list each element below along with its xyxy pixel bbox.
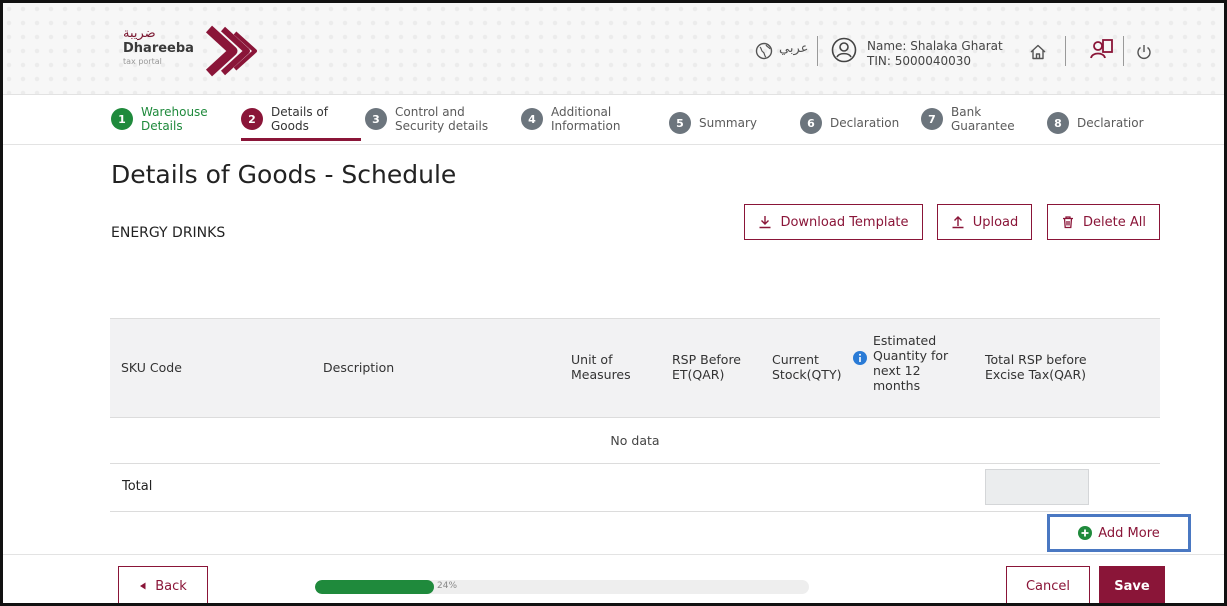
top-header: ضريبة Dhareeba tax portal عربي Name: Sha… bbox=[3, 3, 1224, 95]
total-row: Total bbox=[110, 464, 1160, 512]
step-bank-guarantee[interactable]: 7 Bank Guarantee bbox=[921, 105, 1015, 133]
power-icon[interactable] bbox=[1135, 43, 1153, 61]
progress-bar-fill bbox=[315, 580, 434, 594]
step-declaration[interactable]: 6 Declaration bbox=[800, 112, 899, 134]
user-tin-text: TIN: 5000040030 bbox=[867, 54, 972, 68]
step-number: 5 bbox=[669, 112, 691, 134]
step-number: 7 bbox=[921, 108, 943, 130]
step-number: 4 bbox=[521, 108, 543, 130]
dhareeba-logo[interactable]: ضريبة Dhareeba tax portal bbox=[123, 27, 194, 67]
info-icon[interactable] bbox=[853, 351, 867, 365]
globe-icon[interactable] bbox=[755, 42, 773, 60]
divider bbox=[817, 36, 818, 66]
add-more-label: Add More bbox=[1098, 525, 1160, 541]
logo-mark-icon bbox=[205, 25, 257, 77]
upload-button[interactable]: Upload bbox=[937, 204, 1032, 240]
empty-state: No data bbox=[110, 418, 1160, 464]
download-icon bbox=[759, 216, 771, 229]
home-icon[interactable] bbox=[1029, 43, 1047, 61]
step-number: 1 bbox=[111, 108, 133, 130]
step-label: Summary bbox=[699, 116, 757, 130]
logo-name: Dhareeba bbox=[123, 41, 194, 56]
delete-all-label: Delete All bbox=[1083, 214, 1146, 230]
column-header-current-stock: Current Stock(QTY) bbox=[772, 352, 842, 382]
step-number: 8 bbox=[1047, 112, 1069, 134]
step-details-of-goods[interactable]: 2 Details of Goods bbox=[241, 105, 361, 141]
total-label: Total bbox=[122, 479, 153, 494]
step-number: 2 bbox=[241, 108, 263, 130]
upload-label: Upload bbox=[972, 214, 1019, 230]
logo-arabic-text: ضريبة bbox=[123, 26, 156, 41]
caret-left-icon bbox=[140, 582, 146, 590]
table-header: SKU Code Description Unit of Measures RSP… bbox=[110, 318, 1160, 418]
total-rsp-field bbox=[985, 469, 1089, 505]
divider bbox=[1123, 36, 1124, 66]
product-category: ENERGY DRINKS bbox=[111, 225, 226, 241]
add-more-button[interactable]: Add More bbox=[1047, 514, 1191, 552]
step-declaration-final[interactable]: 8 Declaratior bbox=[1047, 112, 1144, 134]
step-label: Bank Guarantee bbox=[951, 105, 1015, 133]
cancel-button[interactable]: Cancel bbox=[1006, 566, 1090, 603]
progress-bar bbox=[315, 580, 809, 594]
step-warehouse-details[interactable]: 1 Warehouse Details bbox=[111, 105, 208, 133]
column-header-unit-of-measures: Unit of Measures bbox=[571, 352, 631, 382]
trash-icon bbox=[1063, 216, 1074, 229]
save-button[interactable]: Save bbox=[1099, 566, 1165, 603]
step-control-security[interactable]: 3 Control and Security details bbox=[365, 105, 488, 133]
logo-subtitle: tax portal bbox=[123, 57, 162, 66]
delete-all-button[interactable]: Delete All bbox=[1047, 204, 1160, 240]
step-label: Declaration bbox=[830, 116, 900, 130]
app-window: ضريبة Dhareeba tax portal عربي Name: Sha… bbox=[0, 0, 1227, 606]
step-label: Warehouse Details bbox=[141, 105, 208, 133]
step-number: 3 bbox=[365, 108, 387, 130]
step-label: Details of Goods bbox=[271, 105, 328, 133]
step-label: Additional Information bbox=[551, 105, 621, 133]
save-label: Save bbox=[1114, 578, 1150, 594]
download-template-button[interactable]: Download Template bbox=[744, 204, 923, 240]
progress-percentage: 24% bbox=[437, 581, 458, 591]
step-summary[interactable]: 5 Summary bbox=[669, 112, 757, 134]
step-additional-information[interactable]: 4 Additional Information bbox=[521, 105, 620, 133]
language-toggle[interactable]: عربي bbox=[779, 41, 808, 56]
step-label: Declaratior bbox=[1077, 116, 1144, 130]
column-header-description: Description bbox=[323, 360, 395, 375]
step-number: 6 bbox=[800, 112, 822, 134]
user-name-text: Name: Shalaka Gharat bbox=[867, 39, 1003, 53]
download-template-label: Download Template bbox=[780, 214, 909, 230]
back-button[interactable]: Back bbox=[118, 566, 208, 603]
progress-stepper: 1 Warehouse Details 2 Details of Goods 3 C… bbox=[3, 99, 1224, 145]
goods-table: SKU Code Description Unit of Measures RSP… bbox=[110, 318, 1160, 512]
page-title: Details of Goods - Schedule bbox=[111, 160, 457, 189]
footer-divider bbox=[3, 554, 1224, 555]
step-label: Control and Security details bbox=[395, 105, 489, 133]
column-header-estimated-quantity: Estimated Quantity for next 12 months bbox=[873, 333, 949, 393]
plus-circle-icon bbox=[1078, 526, 1093, 540]
user-info: Name: Shalaka Gharat TIN: 5000040030 bbox=[867, 39, 1003, 69]
switch-role-icon[interactable] bbox=[1089, 37, 1115, 63]
divider bbox=[1065, 36, 1066, 66]
column-header-total-rsp: Total RSP before Excise Tax(QAR) bbox=[985, 352, 1087, 382]
back-label: Back bbox=[155, 578, 187, 594]
column-header-rsp-before-et: RSP Before ET(QAR) bbox=[672, 352, 742, 382]
upload-icon bbox=[952, 216, 964, 229]
cancel-label: Cancel bbox=[1025, 578, 1071, 594]
user-circle-icon[interactable] bbox=[831, 37, 857, 63]
column-header-sku-code: SKU Code bbox=[121, 360, 182, 375]
